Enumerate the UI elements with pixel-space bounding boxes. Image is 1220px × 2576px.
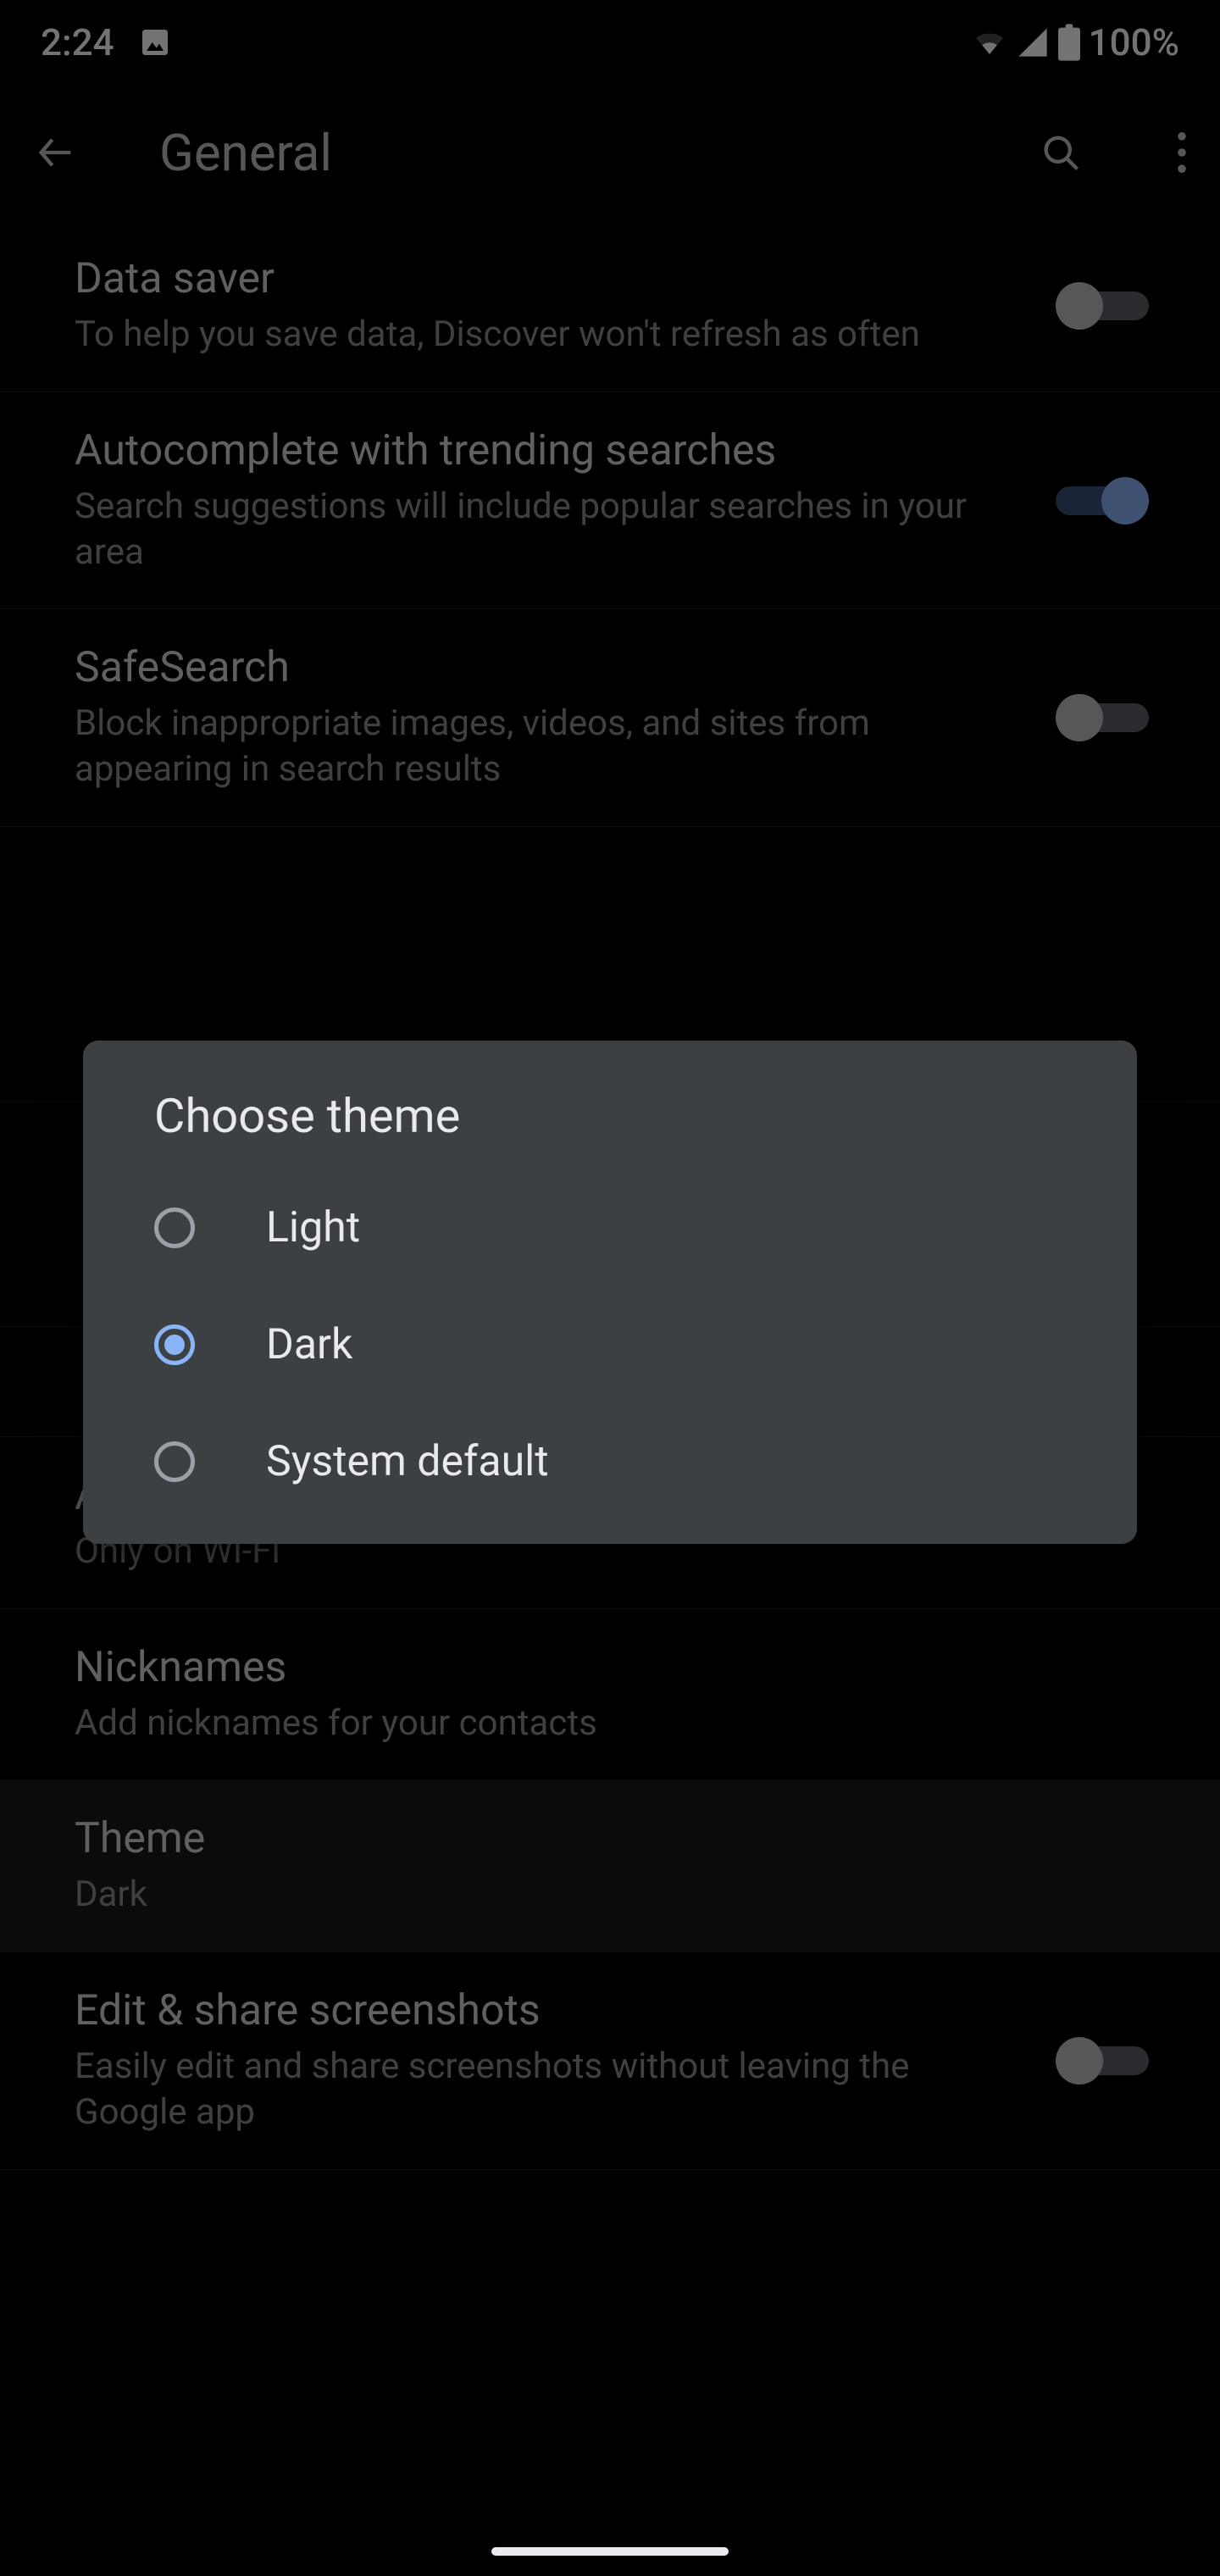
radio-option-dark[interactable]: Dark [83, 1286, 1137, 1403]
radio-label: Dark [266, 1320, 352, 1369]
navigation-handle[interactable] [491, 2547, 729, 2556]
radio-icon [154, 1441, 195, 1482]
radio-label: System default [266, 1437, 549, 1486]
radio-option-system[interactable]: System default [83, 1403, 1137, 1520]
radio-icon [154, 1324, 195, 1365]
dialog-title: Choose theme [83, 1088, 1137, 1169]
radio-label: Light [266, 1203, 360, 1252]
theme-dialog: Choose theme Light Dark System default [83, 1041, 1137, 1544]
radio-icon [154, 1208, 195, 1248]
radio-option-light[interactable]: Light [83, 1169, 1137, 1286]
